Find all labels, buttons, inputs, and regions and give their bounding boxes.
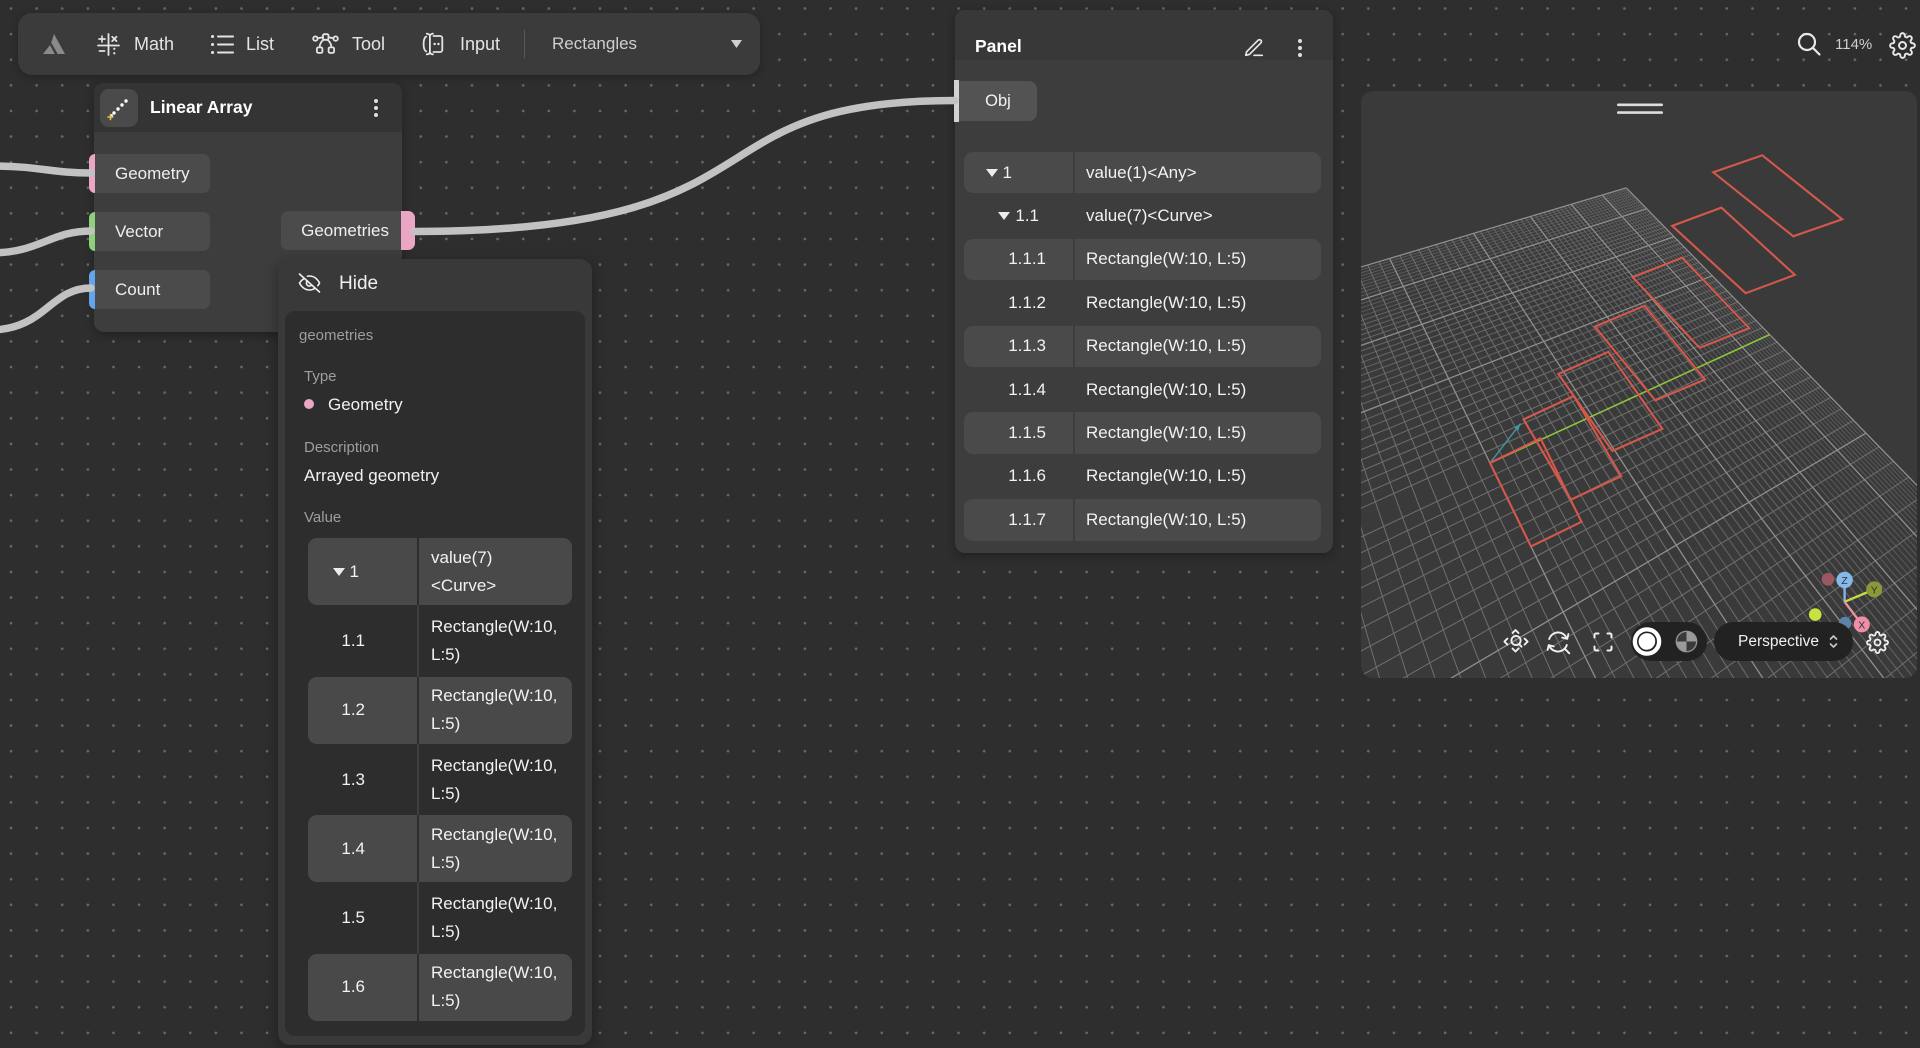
svg-text:X: X bbox=[1858, 619, 1865, 631]
svg-text:Y: Y bbox=[1871, 584, 1878, 596]
svg-text:Z: Z bbox=[1841, 575, 1848, 587]
